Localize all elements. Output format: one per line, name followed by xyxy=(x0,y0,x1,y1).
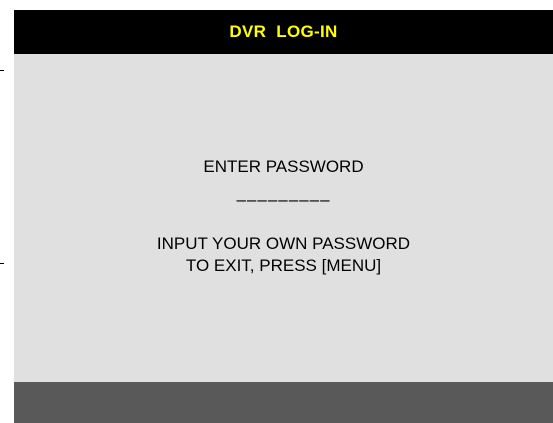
edge-tick-mark xyxy=(0,263,4,264)
password-prompt: ENTER PASSWORD xyxy=(203,157,364,176)
bottom-bar xyxy=(14,382,553,423)
title-bar: DVR LOG-IN xyxy=(14,10,553,54)
exit-hint-text: TO EXIT, PRESS [MENU] xyxy=(185,256,382,275)
edge-tick-mark xyxy=(0,70,4,71)
login-panel: ENTER PASSWORD ––––––––– INPUT YOUR OWN … xyxy=(14,54,553,382)
password-input[interactable]: ––––––––– xyxy=(14,190,553,210)
dvr-login-screen: DVR LOG-IN ENTER PASSWORD ––––––––– INPU… xyxy=(14,10,553,423)
page: DVR LOG-IN ENTER PASSWORD ––––––––– INPU… xyxy=(0,0,553,423)
instruction-text: INPUT YOUR OWN PASSWORD xyxy=(156,234,411,253)
window-title: DVR LOG-IN xyxy=(229,22,338,41)
